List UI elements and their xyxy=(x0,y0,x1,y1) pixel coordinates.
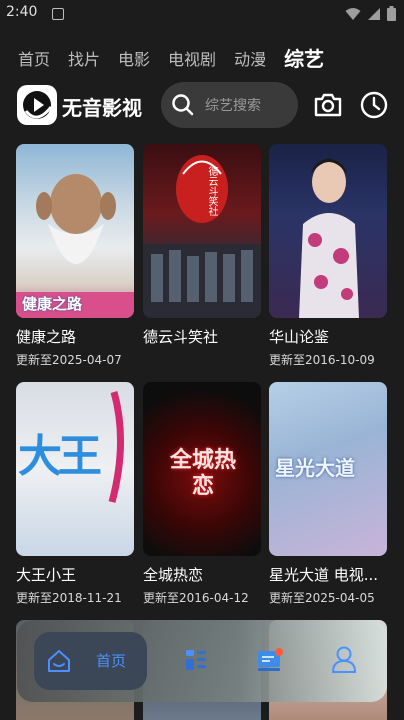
show-poster[interactable]: 大王 xyxy=(16,382,134,556)
show-card[interactable]: 星光大道 星光大道 电视... 更新至2025-04-05 xyxy=(269,382,387,606)
tab-tv[interactable]: 电视剧 xyxy=(168,46,216,76)
show-title: 全城热恋 xyxy=(143,566,204,584)
nav-home-label: 首页 xyxy=(96,652,127,670)
status-time: 2:40 xyxy=(6,4,38,20)
tab-movies[interactable]: 电影 xyxy=(118,46,150,76)
search-bar[interactable] xyxy=(161,82,298,128)
battery-icon xyxy=(387,6,396,21)
show-card[interactable]: 华山论鉴 更新至2016-10-09 xyxy=(269,144,387,368)
bottom-nav: 首页 xyxy=(17,620,387,702)
app-name: 无音影视 xyxy=(62,96,142,120)
message-icon[interactable] xyxy=(256,647,284,673)
status-icons xyxy=(345,6,396,21)
search-icon xyxy=(172,94,194,116)
camera-icon[interactable] xyxy=(313,90,343,120)
poster-caption: 星光大道 xyxy=(275,456,355,480)
signal-icon xyxy=(368,7,380,20)
show-update: 更新至2016-04-12 xyxy=(143,591,249,605)
show-poster[interactable]: 德云斗笑社 xyxy=(143,144,261,318)
poster-art xyxy=(108,391,125,503)
show-update: 更新至2025-04-07 xyxy=(16,353,122,367)
show-poster[interactable]: 健康之路 xyxy=(16,144,134,318)
status-bar: 2:40 xyxy=(0,0,404,30)
header: 无音影视 xyxy=(0,82,404,130)
poster-caption: 全城热恋 xyxy=(169,448,236,499)
poster-art xyxy=(16,174,134,318)
tab-anime[interactable]: 动漫 xyxy=(234,46,266,76)
show-card[interactable]: 全城热恋 全城热恋 更新至2016-04-12 xyxy=(143,382,261,606)
show-title: 德云斗笑社 xyxy=(143,328,219,346)
category-icon[interactable] xyxy=(184,648,208,672)
logo-icon xyxy=(17,85,57,125)
notification-icon xyxy=(52,8,64,20)
show-card[interactable]: 大王 大王小王 更新至2018-11-21 xyxy=(16,382,134,606)
show-update: 更新至2016-10-09 xyxy=(269,353,375,367)
history-icon[interactable] xyxy=(359,90,389,120)
show-card[interactable]: 健康之路 健康之路 更新至2025-04-07 xyxy=(16,144,134,368)
show-title: 大王小王 xyxy=(16,566,77,584)
search-input[interactable] xyxy=(203,94,297,118)
tab-home[interactable]: 首页 xyxy=(18,46,50,76)
tab-variety[interactable]: 综艺 xyxy=(284,43,324,76)
poster-caption: 德云斗笑社 xyxy=(206,166,217,216)
show-title: 华山论鉴 xyxy=(269,328,330,346)
poster-art xyxy=(299,158,359,318)
user-icon[interactable] xyxy=(331,645,357,673)
show-title: 健康之路 xyxy=(16,328,77,346)
show-title: 星光大道 电视... xyxy=(269,566,379,584)
show-update: 更新至2018-11-21 xyxy=(16,591,122,605)
show-poster[interactable] xyxy=(269,144,387,318)
nav-home[interactable]: 首页 xyxy=(34,632,147,690)
show-poster[interactable]: 星光大道 xyxy=(269,382,387,556)
show-poster[interactable]: 全城热恋 xyxy=(143,382,261,556)
show-update: 更新至2025-04-05 xyxy=(269,591,375,605)
category-tabs: 首页 找片 电影 电视剧 动漫 综艺 xyxy=(0,42,404,76)
tab-find[interactable]: 找片 xyxy=(68,46,100,76)
home-icon xyxy=(48,650,70,672)
poster-caption: 健康之路 xyxy=(22,295,83,313)
show-card[interactable]: 德云斗笑社 德云斗笑社 xyxy=(143,144,261,351)
wifi-icon xyxy=(345,7,361,20)
